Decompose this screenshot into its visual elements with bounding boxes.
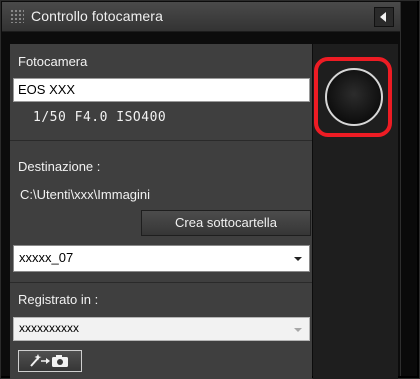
create-subfolder-button[interactable]: Crea sottocartella bbox=[141, 210, 311, 236]
panel-title: Controllo fotocamera bbox=[31, 8, 163, 24]
saved-in-select[interactable]: xxxxxxxxxx bbox=[13, 317, 310, 341]
saved-in-select-value: xxxxxxxxxx bbox=[19, 321, 79, 335]
highlight-outline bbox=[314, 57, 392, 137]
right-edge-divider bbox=[400, 2, 417, 376]
wand-arrow-camera-icon bbox=[30, 354, 68, 367]
auto-adjust-button[interactable] bbox=[18, 350, 82, 372]
destination-path: C:\Utenti\xxx\Immagini bbox=[20, 187, 151, 202]
grip-dots-icon[interactable] bbox=[10, 9, 24, 23]
chevron-down-icon bbox=[294, 328, 302, 332]
chevron-down-icon bbox=[294, 257, 302, 261]
destination-label: Destinazione : bbox=[18, 159, 101, 174]
camera-model-field: EOS XXX bbox=[13, 78, 310, 102]
panel-titlebar[interactable]: Controllo fotocamera bbox=[2, 2, 400, 32]
exposure-settings-readout: 1/50 F4.0 ISO400 bbox=[33, 110, 167, 125]
section-divider-2 bbox=[10, 282, 312, 283]
collapse-left-icon[interactable] bbox=[374, 7, 394, 27]
subfolder-select[interactable]: xxxxx_07 bbox=[13, 245, 310, 272]
subfolder-select-value: xxxxx_07 bbox=[19, 250, 74, 265]
section-divider bbox=[10, 140, 312, 141]
camera-section-label: Fotocamera bbox=[18, 54, 88, 69]
saved-in-label: Registrato in : bbox=[18, 292, 99, 307]
